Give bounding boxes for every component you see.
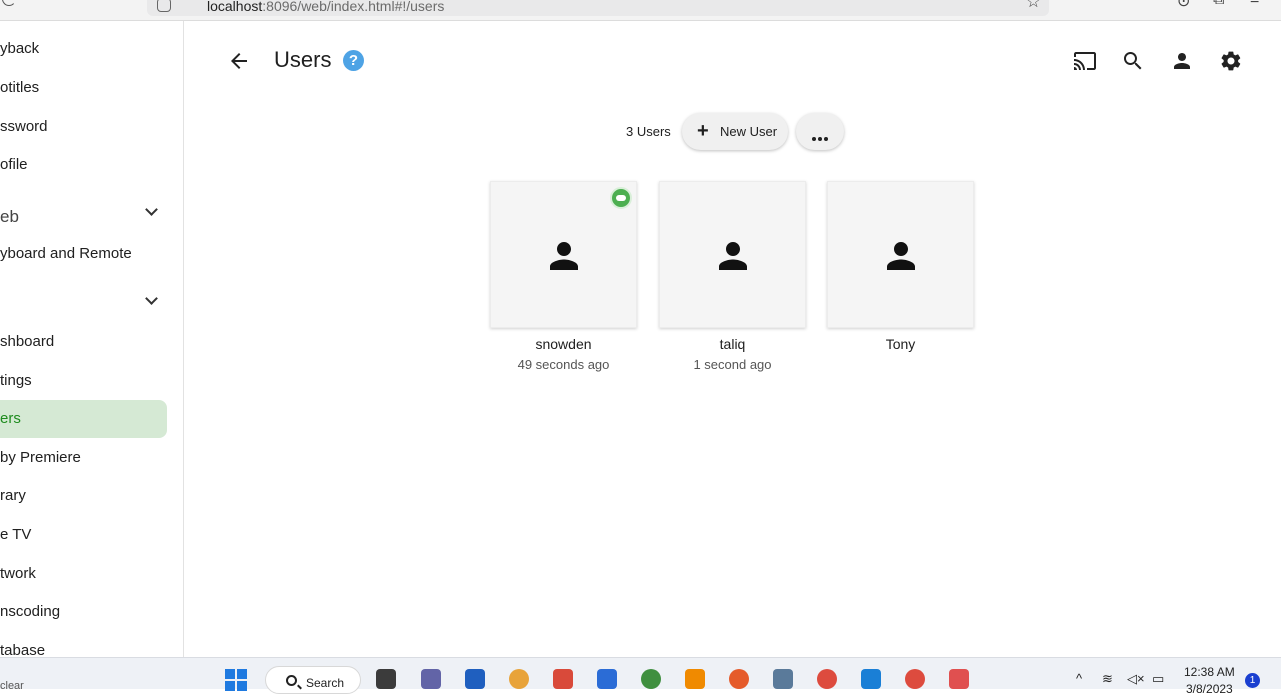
more-horizontal-icon — [812, 128, 830, 146]
teams-icon[interactable] — [421, 669, 441, 689]
battery-icon[interactable]: ▭ — [1152, 671, 1164, 687]
sidebar-item-playback[interactable]: yback — [0, 30, 39, 68]
sidebar-section-web[interactable]: eb — [0, 207, 19, 227]
site-info-icon[interactable] — [157, 0, 171, 12]
task-view-icon[interactable] — [376, 669, 396, 689]
taskbar-search-label: Search — [306, 676, 345, 690]
chevron-down-icon[interactable] — [144, 293, 160, 309]
menu-icon[interactable]: ≡ — [1250, 0, 1259, 9]
extensions-icon[interactable]: ⧉ — [1213, 0, 1224, 9]
user-name[interactable]: Tony — [827, 336, 974, 352]
user-card-tile[interactable] — [827, 181, 974, 328]
chevron-down-icon[interactable] — [144, 204, 160, 220]
sidebar-item-network[interactable]: twork — [0, 555, 36, 593]
windows-start-icon[interactable] — [225, 669, 247, 691]
globe-app-icon[interactable] — [641, 669, 661, 689]
user-card-tony[interactable]: Tony — [827, 181, 974, 357]
window-app-icon[interactable] — [773, 669, 793, 689]
settings-icon[interactable] — [1219, 49, 1243, 73]
app-icon[interactable] — [509, 669, 529, 689]
os-taskbar: clear Search ^ ≋ ◁× ▭ 12:38 AM 3/8/2023 … — [0, 657, 1281, 696]
chrome-icon[interactable] — [905, 669, 925, 689]
calendar-icon[interactable] — [597, 669, 617, 689]
sidebar-item-dashboard[interactable]: shboard — [0, 323, 54, 361]
snipping-tool-icon[interactable] — [949, 669, 969, 689]
store-icon[interactable] — [465, 669, 485, 689]
user-name[interactable]: snowden — [490, 336, 637, 352]
taskbar-search[interactable]: Search — [265, 666, 361, 694]
taskbar-weather-text: clear — [0, 680, 24, 692]
notification-badge[interactable]: 1 — [1245, 673, 1260, 688]
vlc-icon[interactable] — [685, 669, 705, 689]
sidebar-item-settings[interactable]: tings — [0, 362, 32, 400]
sidebar-item-keyboard-remote[interactable]: yboard and Remote — [0, 235, 132, 273]
online-status-icon — [610, 187, 632, 209]
new-user-button[interactable]: + New User — [682, 113, 788, 150]
user-avatar-icon — [719, 242, 747, 270]
cast-icon[interactable] — [1073, 49, 1097, 73]
sidebar-item-database[interactable]: tabase — [0, 632, 45, 657]
user-card-snowden[interactable]: snowden 49 seconds ago — [490, 181, 637, 372]
firefox-icon[interactable] — [729, 669, 749, 689]
chevron-up-icon[interactable]: ^ — [1076, 671, 1082, 686]
sidebar-item-password[interactable]: ssword — [0, 108, 48, 146]
browser-toolbar: localhost:8096/web/index.html#!/users ☆ … — [0, 0, 1281, 21]
taskbar-clock-time[interactable]: 12:38 AM — [1184, 665, 1235, 679]
taskbar-clock-date[interactable]: 3/8/2023 — [1186, 682, 1233, 696]
sidebar-item-profile[interactable]: ofile — [0, 146, 28, 184]
user-avatar-icon — [550, 242, 578, 270]
user-card-taliq[interactable]: taliq 1 second ago — [659, 181, 806, 372]
user-card-tile[interactable] — [659, 181, 806, 328]
user-name[interactable]: taliq — [659, 336, 806, 352]
address-bar[interactable]: localhost:8096/web/index.html#!/users ☆ — [147, 0, 1049, 16]
wifi-icon[interactable]: ≋ — [1102, 671, 1113, 687]
sidebar-item-live-tv[interactable]: e TV — [0, 516, 31, 554]
user-card-tile[interactable] — [490, 181, 637, 328]
sidebar-item-users[interactable]: ers — [0, 400, 21, 438]
search-icon — [286, 675, 297, 686]
plus-icon: + — [697, 120, 709, 142]
remote-desktop-icon[interactable] — [861, 669, 881, 689]
more-options-button[interactable] — [796, 113, 844, 150]
sidebar-item-emby-premiere[interactable]: by Premiere — [0, 439, 81, 477]
user-last-seen: 49 seconds ago — [517, 357, 610, 372]
sidebar-item-library[interactable]: rary — [0, 477, 26, 515]
sidebar-item-transcoding[interactable]: nscoding — [0, 593, 60, 631]
downloads-icon[interactable]: ⊙ — [1177, 0, 1190, 11]
back-arrow-icon[interactable] — [227, 49, 251, 73]
new-user-label: New User — [720, 124, 778, 139]
bookmark-star-icon[interactable]: ☆ — [1026, 0, 1041, 12]
user-last-seen: 1 second ago — [693, 357, 772, 372]
help-icon[interactable]: ? — [343, 50, 364, 71]
chrome-icon[interactable] — [817, 669, 837, 689]
address-url[interactable]: localhost:8096/web/index.html#!/users — [207, 0, 444, 14]
sidebar-active-highlight — [0, 400, 167, 438]
search-icon[interactable] — [1121, 49, 1145, 73]
page-title: Users — [274, 47, 332, 72]
user-icon[interactable] — [1170, 49, 1194, 73]
sidebar-nav: yback otitles ssword ofile eb yboard and… — [0, 21, 184, 657]
user-avatar-icon — [887, 242, 915, 270]
volume-muted-icon[interactable]: ◁× — [1127, 671, 1145, 687]
sidebar-item-subtitles[interactable]: otitles — [0, 69, 39, 107]
pdf-icon[interactable] — [553, 669, 573, 689]
user-count: 3 Users — [626, 124, 671, 139]
reload-icon[interactable] — [2, 0, 16, 6]
